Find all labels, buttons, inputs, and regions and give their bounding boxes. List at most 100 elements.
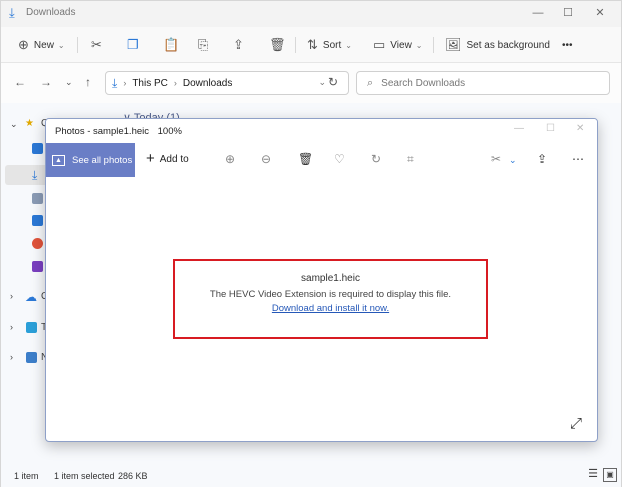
breadcrumb-this-pc[interactable]: This PC — [132, 78, 168, 89]
chevron-down-icon[interactable]: ⌄ — [509, 155, 517, 166]
expand-chevron-icon[interactable]: ⌄ — [10, 119, 18, 130]
see-all-label: See all photos — [72, 154, 133, 166]
share-icon: ⇪ — [233, 37, 244, 52]
documents-icon[interactable] — [32, 193, 43, 204]
photos-titlebar: Photos - sample1.heic 100% — ☐ ✕ — [46, 119, 597, 143]
scissors-icon: ✂ — [91, 37, 102, 52]
search-icon: ⌕ — [367, 76, 374, 89]
delete-icon[interactable]: 🗑 — [298, 152, 313, 166]
paste-icon: 📋 — [163, 37, 180, 52]
error-message: The HEVC Video Extension is required to … — [209, 289, 452, 300]
expand-icon[interactable]: ⤢ — [570, 415, 582, 432]
delete-button[interactable]: 🗑 — [269, 35, 291, 55]
cut-button[interactable]: ✂ — [91, 35, 107, 55]
photos-title: Photos - sample1.heic 100% — [55, 126, 182, 137]
pictures-icon[interactable] — [32, 215, 43, 226]
explorer-title: Downloads — [26, 7, 76, 18]
photos-app-window: Photos - sample1.heic 100% — ☐ ✕ ▲ See a… — [45, 118, 598, 442]
crop-icon[interactable]: ⌗ — [407, 152, 414, 167]
more-icon[interactable]: ⋯ — [572, 152, 584, 166]
recent-locations-button[interactable]: ⌄ — [65, 77, 73, 88]
paste-button[interactable]: 📋 — [163, 35, 184, 55]
error-filename: sample1.heic — [301, 273, 360, 284]
refresh-icon[interactable]: ↻ — [328, 75, 338, 89]
navigation-pane: ⌄ ★ Q ⤓ › ☁ O › T › N — [1, 103, 49, 463]
photos-minimize-button[interactable]: — — [514, 123, 524, 134]
photos-title-text: Photos - sample1.heic — [55, 126, 149, 137]
expand-chevron-icon[interactable]: › — [10, 352, 13, 362]
network-icon — [26, 352, 37, 363]
new-button[interactable]: ⊕ New ⌄ — [18, 35, 65, 55]
search-input[interactable]: ⌕ Search Downloads — [356, 71, 610, 95]
tiles-view-icon[interactable]: ▣ — [603, 468, 617, 482]
maximize-button[interactable]: ☐ — [554, 4, 582, 22]
expand-chevron-icon[interactable]: › — [10, 322, 13, 332]
view-label: View — [390, 39, 412, 51]
music-icon[interactable] — [32, 238, 43, 249]
divider — [77, 37, 78, 53]
zoom-out-icon[interactable]: ⊖ — [261, 152, 271, 166]
up-button[interactable]: ↑ — [85, 75, 91, 89]
share-icon[interactable]: ⇪ — [537, 152, 547, 166]
set-as-background-button[interactable]: 🖼 Set as background — [445, 35, 550, 55]
status-selected: 1 item selected — [54, 471, 115, 481]
this-pc-icon — [26, 322, 37, 333]
rename-icon: ⎘ — [198, 37, 209, 52]
rotate-icon[interactable]: ↻ — [371, 152, 381, 166]
search-placeholder: Search Downloads — [381, 77, 466, 89]
divider — [295, 37, 296, 53]
copy-icon: ❐ — [127, 37, 139, 52]
address-dropdown-icon[interactable]: ⌄ — [318, 77, 326, 88]
picture-icon: 🖼 — [445, 37, 462, 52]
chevron-down-icon: ⌄ — [57, 40, 65, 50]
photos-toolbar: ▲ See all photos + Add to ⊕ ⊖ 🗑 ♡ ↻ ⌗ ✂ … — [46, 143, 597, 177]
explorer-titlebar: ⤓ Downloads — ☐ ✕ — [1, 1, 621, 27]
zoom-level: 100% — [157, 126, 182, 137]
star-icon: ★ — [25, 118, 34, 129]
download-extension-link[interactable]: Download and install it now. — [175, 303, 486, 314]
divider — [433, 37, 434, 53]
download-folder-icon: ⤓ — [9, 5, 15, 20]
gallery-icon: ▲ — [52, 154, 65, 166]
share-button[interactable]: ⇪ — [233, 35, 249, 55]
edit-image-icon[interactable]: ✂ — [491, 152, 501, 166]
status-size: 286 KB — [118, 471, 148, 481]
trash-icon: 🗑 — [269, 37, 286, 52]
breadcrumb-chevron-icon: › — [123, 78, 127, 88]
chevron-down-icon: ⌄ — [415, 40, 423, 50]
set-background-label: Set as background — [466, 39, 550, 51]
sort-icon: ⇅ — [307, 37, 318, 52]
desktop-icon[interactable] — [32, 143, 43, 154]
plus-circle-icon: ⊕ — [18, 37, 29, 52]
downloads-icon: ⤓ — [32, 168, 38, 182]
expand-chevron-icon[interactable]: › — [10, 291, 13, 301]
rename-button[interactable]: ⎘ — [198, 35, 213, 55]
download-icon: ⤓ — [112, 75, 118, 90]
photos-maximize-button[interactable]: ☐ — [546, 123, 555, 134]
forward-button[interactable]: → — [40, 75, 52, 89]
new-label: New — [33, 39, 54, 51]
close-button[interactable]: ✕ — [586, 4, 614, 22]
command-bar: ⊕ New ⌄ ✂ ❐ 📋 ⎘ ⇪ 🗑 ⇅ Sort ⌄ ▭ View ⌄ 🖼 … — [1, 27, 621, 63]
favorite-heart-icon[interactable]: ♡ — [334, 152, 345, 166]
view-button[interactable]: ▭ View ⌄ — [373, 35, 423, 55]
sort-label: Sort — [322, 39, 342, 51]
minimize-button[interactable]: — — [524, 4, 552, 22]
more-options-button[interactable]: ••• — [562, 35, 573, 55]
address-bar[interactable]: ⤓ › This PC › Downloads ⌄ ↻ — [105, 71, 349, 95]
sort-button[interactable]: ⇅ Sort ⌄ — [307, 35, 352, 55]
back-button[interactable]: ← — [14, 75, 26, 89]
details-view-icon[interactable]: ☰ — [586, 468, 600, 482]
videos-icon[interactable] — [32, 261, 43, 272]
zoom-in-icon[interactable]: ⊕ — [225, 152, 235, 166]
view-icon: ▭ — [373, 37, 386, 52]
address-row: ← → ⌄ ↑ ⤓ › This PC › Downloads ⌄ ↻ ⌕ Se… — [1, 63, 621, 103]
sidebar-item-downloads-selected[interactable] — [5, 165, 49, 185]
photos-close-button[interactable]: ✕ — [576, 123, 584, 134]
see-all-photos-button[interactable]: ▲ See all photos — [46, 143, 135, 177]
status-item-count: 1 item — [14, 471, 39, 481]
copy-button[interactable]: ❐ — [127, 35, 144, 55]
more-icon: ••• — [562, 39, 573, 51]
breadcrumb-downloads[interactable]: Downloads — [183, 78, 232, 89]
add-to-button[interactable]: + Add to — [146, 151, 189, 166]
